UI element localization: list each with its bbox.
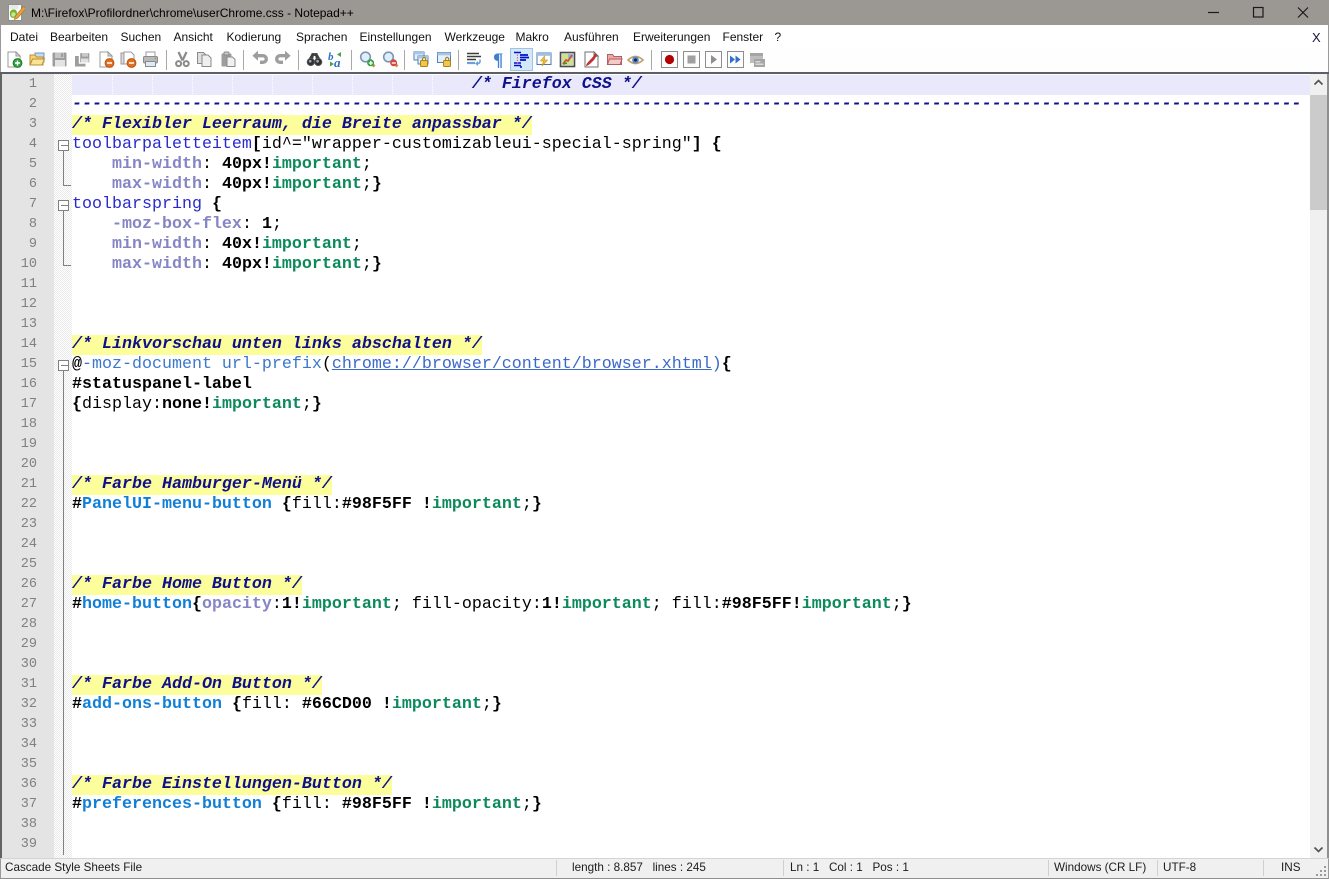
svg-text:¶: ¶: [493, 51, 503, 68]
svg-text:a: a: [334, 55, 341, 68]
